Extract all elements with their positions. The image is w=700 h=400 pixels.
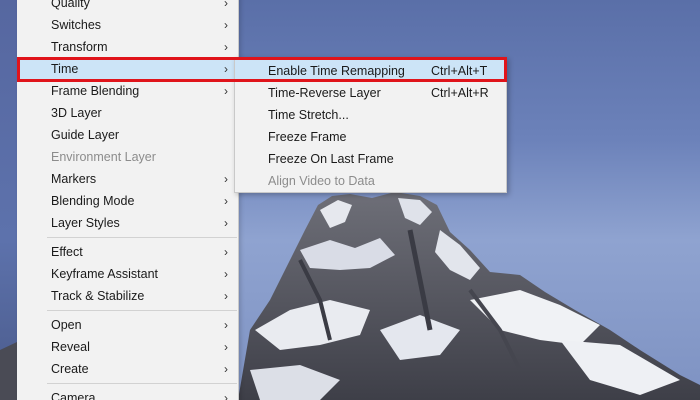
submenu-item-align-video-to-data: Align Video to Data (235, 170, 506, 192)
menu-item-keyframe-assistant[interactable]: Keyframe Assistant › (17, 263, 238, 285)
menu-item-open[interactable]: Open › (17, 314, 238, 336)
menu-item-label: Switches (51, 18, 102, 32)
menu-item-markers[interactable]: Markers › (17, 168, 238, 190)
submenu-item-label: Freeze On Last Frame (268, 152, 394, 166)
submenu-item-label: Freeze Frame (268, 130, 347, 144)
chevron-right-icon: › (224, 289, 228, 303)
menu-item-label: Layer Styles (51, 216, 120, 230)
menu-item-3d-layer[interactable]: 3D Layer (17, 102, 238, 124)
menu-item-effect[interactable]: Effect › (17, 241, 238, 263)
menu-item-label: Environment Layer (51, 150, 156, 164)
menu-item-transform[interactable]: Transform › (17, 36, 238, 58)
submenu-item-freeze-on-last-frame[interactable]: Freeze On Last Frame (235, 148, 506, 170)
menu-item-guide-layer[interactable]: Guide Layer (17, 124, 238, 146)
submenu-item-label: Enable Time Remapping (268, 64, 405, 78)
chevron-right-icon: › (224, 245, 228, 259)
menu-item-layer-styles[interactable]: Layer Styles › (17, 212, 238, 234)
menu-item-label: Open (51, 318, 82, 332)
chevron-right-icon: › (224, 318, 228, 332)
submenu-item-label: Time Stretch... (268, 108, 349, 122)
menu-item-time[interactable]: Time › (17, 58, 238, 80)
chevron-right-icon: › (224, 216, 228, 230)
menu-item-label: Keyframe Assistant (51, 267, 158, 281)
layer-context-menu: Quality › Switches › Transform › Time › … (17, 0, 239, 400)
shortcut-label: Ctrl+Alt+T (431, 64, 488, 78)
menu-item-switches[interactable]: Switches › (17, 14, 238, 36)
submenu-item-label: Align Video to Data (268, 174, 375, 188)
menu-item-label: Blending Mode (51, 194, 135, 208)
time-submenu: Enable Time Remapping Ctrl+Alt+T Time-Re… (234, 57, 507, 193)
menu-item-blending-mode[interactable]: Blending Mode › (17, 190, 238, 212)
submenu-item-enable-time-remapping[interactable]: Enable Time Remapping Ctrl+Alt+T (235, 60, 506, 82)
submenu-item-time-stretch[interactable]: Time Stretch... (235, 104, 506, 126)
menu-item-reveal[interactable]: Reveal › (17, 336, 238, 358)
chevron-right-icon: › (224, 194, 228, 208)
menu-item-label: Reveal (51, 340, 90, 354)
menu-item-environment-layer: Environment Layer (17, 146, 238, 168)
menu-separator (47, 383, 237, 384)
menu-item-label: Effect (51, 245, 83, 259)
submenu-item-freeze-frame[interactable]: Freeze Frame (235, 126, 506, 148)
chevron-right-icon: › (224, 84, 228, 98)
menu-item-create[interactable]: Create › (17, 358, 238, 380)
menu-item-label: 3D Layer (51, 106, 102, 120)
menu-item-label: Transform (51, 40, 108, 54)
menu-item-track-stabilize[interactable]: Track & Stabilize › (17, 285, 238, 307)
menu-item-label: Create (51, 362, 89, 376)
menu-separator (47, 310, 237, 311)
chevron-right-icon: › (224, 391, 228, 400)
menu-item-label: Frame Blending (51, 84, 140, 98)
chevron-right-icon: › (224, 362, 228, 376)
menu-item-camera[interactable]: Camera › (17, 387, 238, 400)
menu-item-label: Time (51, 62, 79, 76)
menu-item-label: Camera (51, 391, 96, 400)
chevron-right-icon: › (224, 340, 228, 354)
menu-item-label: Guide Layer (51, 128, 120, 142)
menu-item-label: Track & Stabilize (51, 289, 145, 303)
submenu-item-time-reverse-layer[interactable]: Time-Reverse Layer Ctrl+Alt+R (235, 82, 506, 104)
chevron-right-icon: › (224, 40, 228, 54)
chevron-right-icon: › (224, 0, 228, 10)
screen: Quality › Switches › Transform › Time › … (0, 0, 700, 400)
menu-separator (47, 237, 237, 238)
menu-item-frame-blending[interactable]: Frame Blending › (17, 80, 238, 102)
menu-item-label: Quality (51, 0, 90, 10)
chevron-right-icon: › (224, 172, 228, 186)
shortcut-label: Ctrl+Alt+R (431, 86, 489, 100)
chevron-right-icon: › (224, 18, 228, 32)
menu-item-label: Markers (51, 172, 97, 186)
submenu-item-label: Time-Reverse Layer (268, 86, 381, 100)
chevron-right-icon: › (224, 267, 228, 281)
chevron-right-icon: › (224, 62, 228, 76)
menu-item-quality[interactable]: Quality › (17, 0, 238, 14)
